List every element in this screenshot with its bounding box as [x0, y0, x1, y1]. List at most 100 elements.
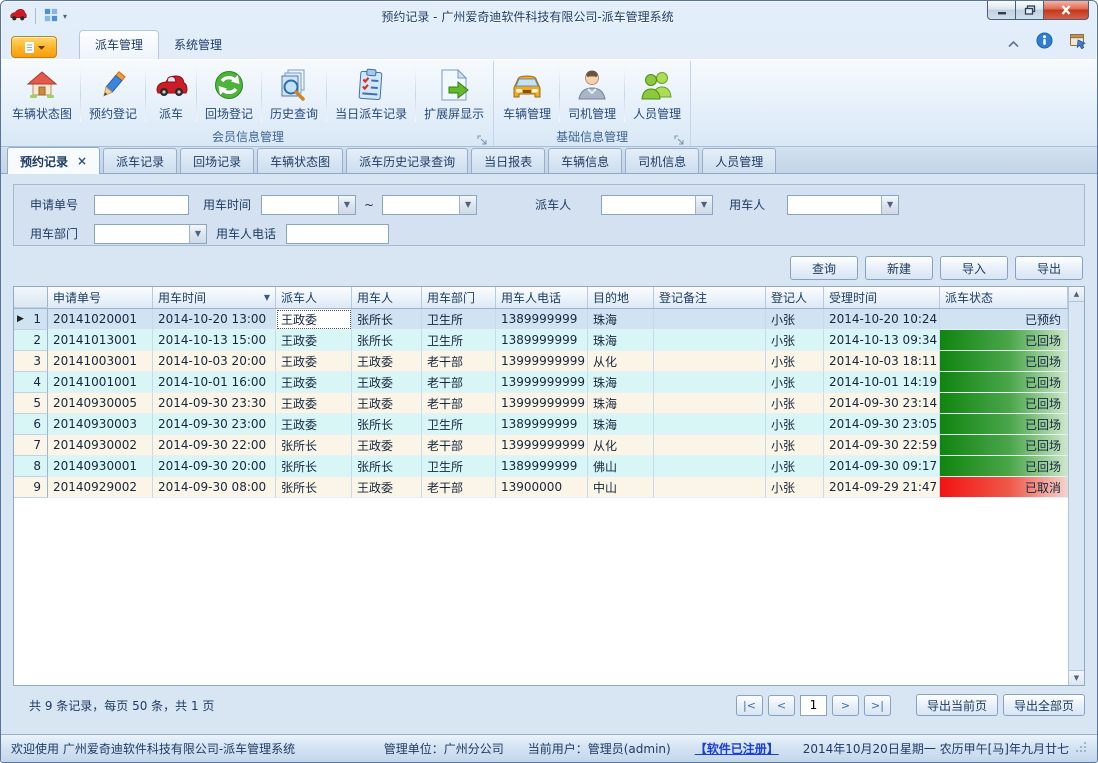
- column-header-department[interactable]: 用车部门: [422, 287, 496, 308]
- vehicle-manage-button[interactable]: 车辆管理: [495, 63, 559, 127]
- vertical-scrollbar[interactable]: ▲ ▼: [1068, 287, 1084, 685]
- doc-tab-预约记录[interactable]: 预约记录×: [7, 147, 100, 174]
- page-number-input[interactable]: [800, 695, 827, 716]
- table-row[interactable]: 7201409300022014-09-30 22:00张所长王政委老干部139…: [14, 435, 1068, 456]
- column-header-use_time[interactable]: 用车时间▼: [153, 287, 276, 308]
- doc-tab-车辆信息[interactable]: 车辆信息: [548, 148, 622, 173]
- use-time-from-combobox[interactable]: ▼: [261, 195, 356, 215]
- request-no-input[interactable]: [94, 195, 189, 215]
- doc-tab-回场记录[interactable]: 回场记录: [180, 148, 254, 173]
- combo-dropdown-icon[interactable]: ▼: [338, 196, 355, 214]
- column-header-accept_time[interactable]: 受理时间: [824, 287, 940, 308]
- range-separator: ~: [364, 198, 374, 212]
- ribbon-tab-派车管理[interactable]: 派车管理: [79, 30, 159, 59]
- cell-registrar: 小张: [766, 393, 824, 414]
- return-register-button[interactable]: 回场登记: [197, 63, 261, 127]
- table-row[interactable]: 9201409290022014-09-30 08:00张所长王政委老干部139…: [14, 477, 1068, 498]
- extended-screen-button[interactable]: 扩展屏显示: [416, 63, 492, 127]
- cell-status: 已预约: [940, 309, 1068, 330]
- today-dispatch-record-button[interactable]: 当日派车记录: [327, 63, 415, 127]
- doc-tab-车辆状态图[interactable]: 车辆状态图: [257, 148, 343, 173]
- last-page-button[interactable]: >|: [864, 695, 891, 716]
- maximize-button[interactable]: [1015, 1, 1044, 20]
- ribbon-button-label: 司机管理: [568, 105, 616, 122]
- dispatch-car-button[interactable]: 派车: [146, 63, 196, 127]
- record-summary: 共 9 条记录，每页 50 条，共 1 页: [29, 697, 214, 714]
- grid-header-row: 申请单号用车时间▼派车人用车人用车部门用车人电话目的地登记备注登记人受理时间派车…: [14, 287, 1068, 309]
- scroll-up-icon[interactable]: ▲: [1069, 287, 1084, 302]
- prev-page-button[interactable]: <: [768, 695, 795, 716]
- application-menu-button[interactable]: [11, 36, 57, 58]
- cell-use_time: 2014-09-30 23:30: [153, 393, 276, 414]
- driver-manage-button[interactable]: 司机管理: [560, 63, 624, 127]
- table-row[interactable]: 5201409300052014-09-30 23:30王政委王政委老干部139…: [14, 393, 1068, 414]
- export-all-pages-button[interactable]: 导出全部页: [1003, 694, 1085, 716]
- cell-accept_time: 2014-10-01 14:19: [824, 372, 940, 393]
- license-link[interactable]: 【软件已注册】: [695, 740, 779, 757]
- combo-dropdown-icon[interactable]: ▼: [695, 196, 712, 214]
- combo-dropdown-icon[interactable]: ▼: [881, 196, 898, 214]
- table-row[interactable]: ▶1201410200012014-10-20 13:00王政委张所长卫生所13…: [14, 309, 1068, 330]
- table-row[interactable]: 2201410130012014-10-13 15:00王政委张所长卫生所138…: [14, 330, 1068, 351]
- table-row[interactable]: 6201409300032014-09-30 23:00王政委张所长卫生所138…: [14, 414, 1068, 435]
- use-time-to-combobox[interactable]: ▼: [382, 195, 477, 215]
- grid-footer: 共 9 条记录，每页 50 条，共 1 页 |< < > >| 导出当前页 导出…: [13, 694, 1085, 716]
- column-header-dispatcher[interactable]: 派车人: [276, 287, 352, 308]
- doc-tab-当日报表[interactable]: 当日报表: [471, 148, 545, 173]
- scroll-down-icon[interactable]: ▼: [1069, 670, 1084, 685]
- user-combobox[interactable]: ▼: [787, 195, 899, 215]
- minimize-button[interactable]: [987, 1, 1016, 20]
- export-button[interactable]: 导出: [1015, 256, 1083, 280]
- first-page-button[interactable]: |<: [736, 695, 763, 716]
- close-tab-icon[interactable]: ×: [77, 155, 87, 167]
- collapse-ribbon-icon[interactable]: [1007, 33, 1020, 52]
- combo-dropdown-icon[interactable]: ▼: [459, 196, 476, 214]
- cell-department: 老干部: [422, 435, 496, 456]
- doc-tab-人员管理[interactable]: 人员管理: [702, 148, 776, 173]
- combo-dropdown-icon[interactable]: ▼: [189, 225, 206, 243]
- skin-style-icon[interactable]: [1069, 32, 1087, 53]
- resize-grip[interactable]: [1075, 741, 1087, 756]
- history-search-button[interactable]: 历史查询: [262, 63, 326, 127]
- reservation-register-button[interactable]: 预约登记: [81, 63, 145, 127]
- column-header-registrar[interactable]: 登记人: [766, 287, 824, 308]
- ribbon-group: 车辆管理司机管理人员管理基础信息管理: [494, 61, 691, 146]
- doc-tab-派车记录[interactable]: 派车记录: [103, 148, 177, 173]
- cell-destination: 珠海: [588, 393, 654, 414]
- doc-tab-派车历史记录查询[interactable]: 派车历史记录查询: [346, 148, 468, 173]
- ribbon-tab-系统管理[interactable]: 系统管理: [159, 31, 237, 59]
- new-button[interactable]: 新建: [865, 256, 933, 280]
- people-manage-button[interactable]: 人员管理: [625, 63, 689, 127]
- dispatcher-combobox[interactable]: ▼: [601, 195, 713, 215]
- cell-user: 张所长: [352, 330, 422, 351]
- table-row[interactable]: 3201410030012014-10-03 20:00王政委王政委老干部139…: [14, 351, 1068, 372]
- doc-tab-label: 人员管理: [715, 153, 763, 170]
- column-header-remark[interactable]: 登记备注: [654, 287, 766, 308]
- department-combobox[interactable]: ▼: [94, 224, 207, 244]
- export-current-page-button[interactable]: 导出当前页: [916, 694, 998, 716]
- column-header-status[interactable]: 派车状态: [940, 287, 1068, 308]
- ribbon-button-label: 车辆状态图: [12, 105, 72, 122]
- dialog-launcher-icon[interactable]: [674, 131, 685, 142]
- query-button[interactable]: 查询: [790, 256, 858, 280]
- cell-request_no: 20140930001: [48, 456, 153, 477]
- layout-grid-icon[interactable]: [44, 7, 58, 26]
- column-header-request_no[interactable]: 申请单号: [48, 287, 153, 308]
- close-button[interactable]: [1043, 1, 1089, 20]
- column-header-destination[interactable]: 目的地: [588, 287, 654, 308]
- column-header-phone[interactable]: 用车人电话: [496, 287, 588, 308]
- column-header-user[interactable]: 用车人: [352, 287, 422, 308]
- phone-input[interactable]: [286, 224, 389, 244]
- ribbon-tab-strip: 派车管理系统管理: [1, 31, 1097, 59]
- vehicle-status-map-button[interactable]: 车辆状态图: [4, 63, 80, 127]
- table-row[interactable]: 8201409300012014-09-30 20:00张所长张所长卫生所138…: [14, 456, 1068, 477]
- ribbon-button-label: 当日派车记录: [335, 105, 407, 122]
- doc-tab-司机信息[interactable]: 司机信息: [625, 148, 699, 173]
- import-button[interactable]: 导入: [940, 256, 1008, 280]
- sort-descending-icon[interactable]: ▼: [264, 293, 270, 302]
- next-page-button[interactable]: >: [832, 695, 859, 716]
- table-row[interactable]: 4201410010012014-10-01 16:00王政委王政委老干部139…: [14, 372, 1068, 393]
- cell-remark: [654, 414, 766, 435]
- dialog-launcher-icon[interactable]: [477, 131, 488, 142]
- info-icon[interactable]: [1036, 32, 1053, 53]
